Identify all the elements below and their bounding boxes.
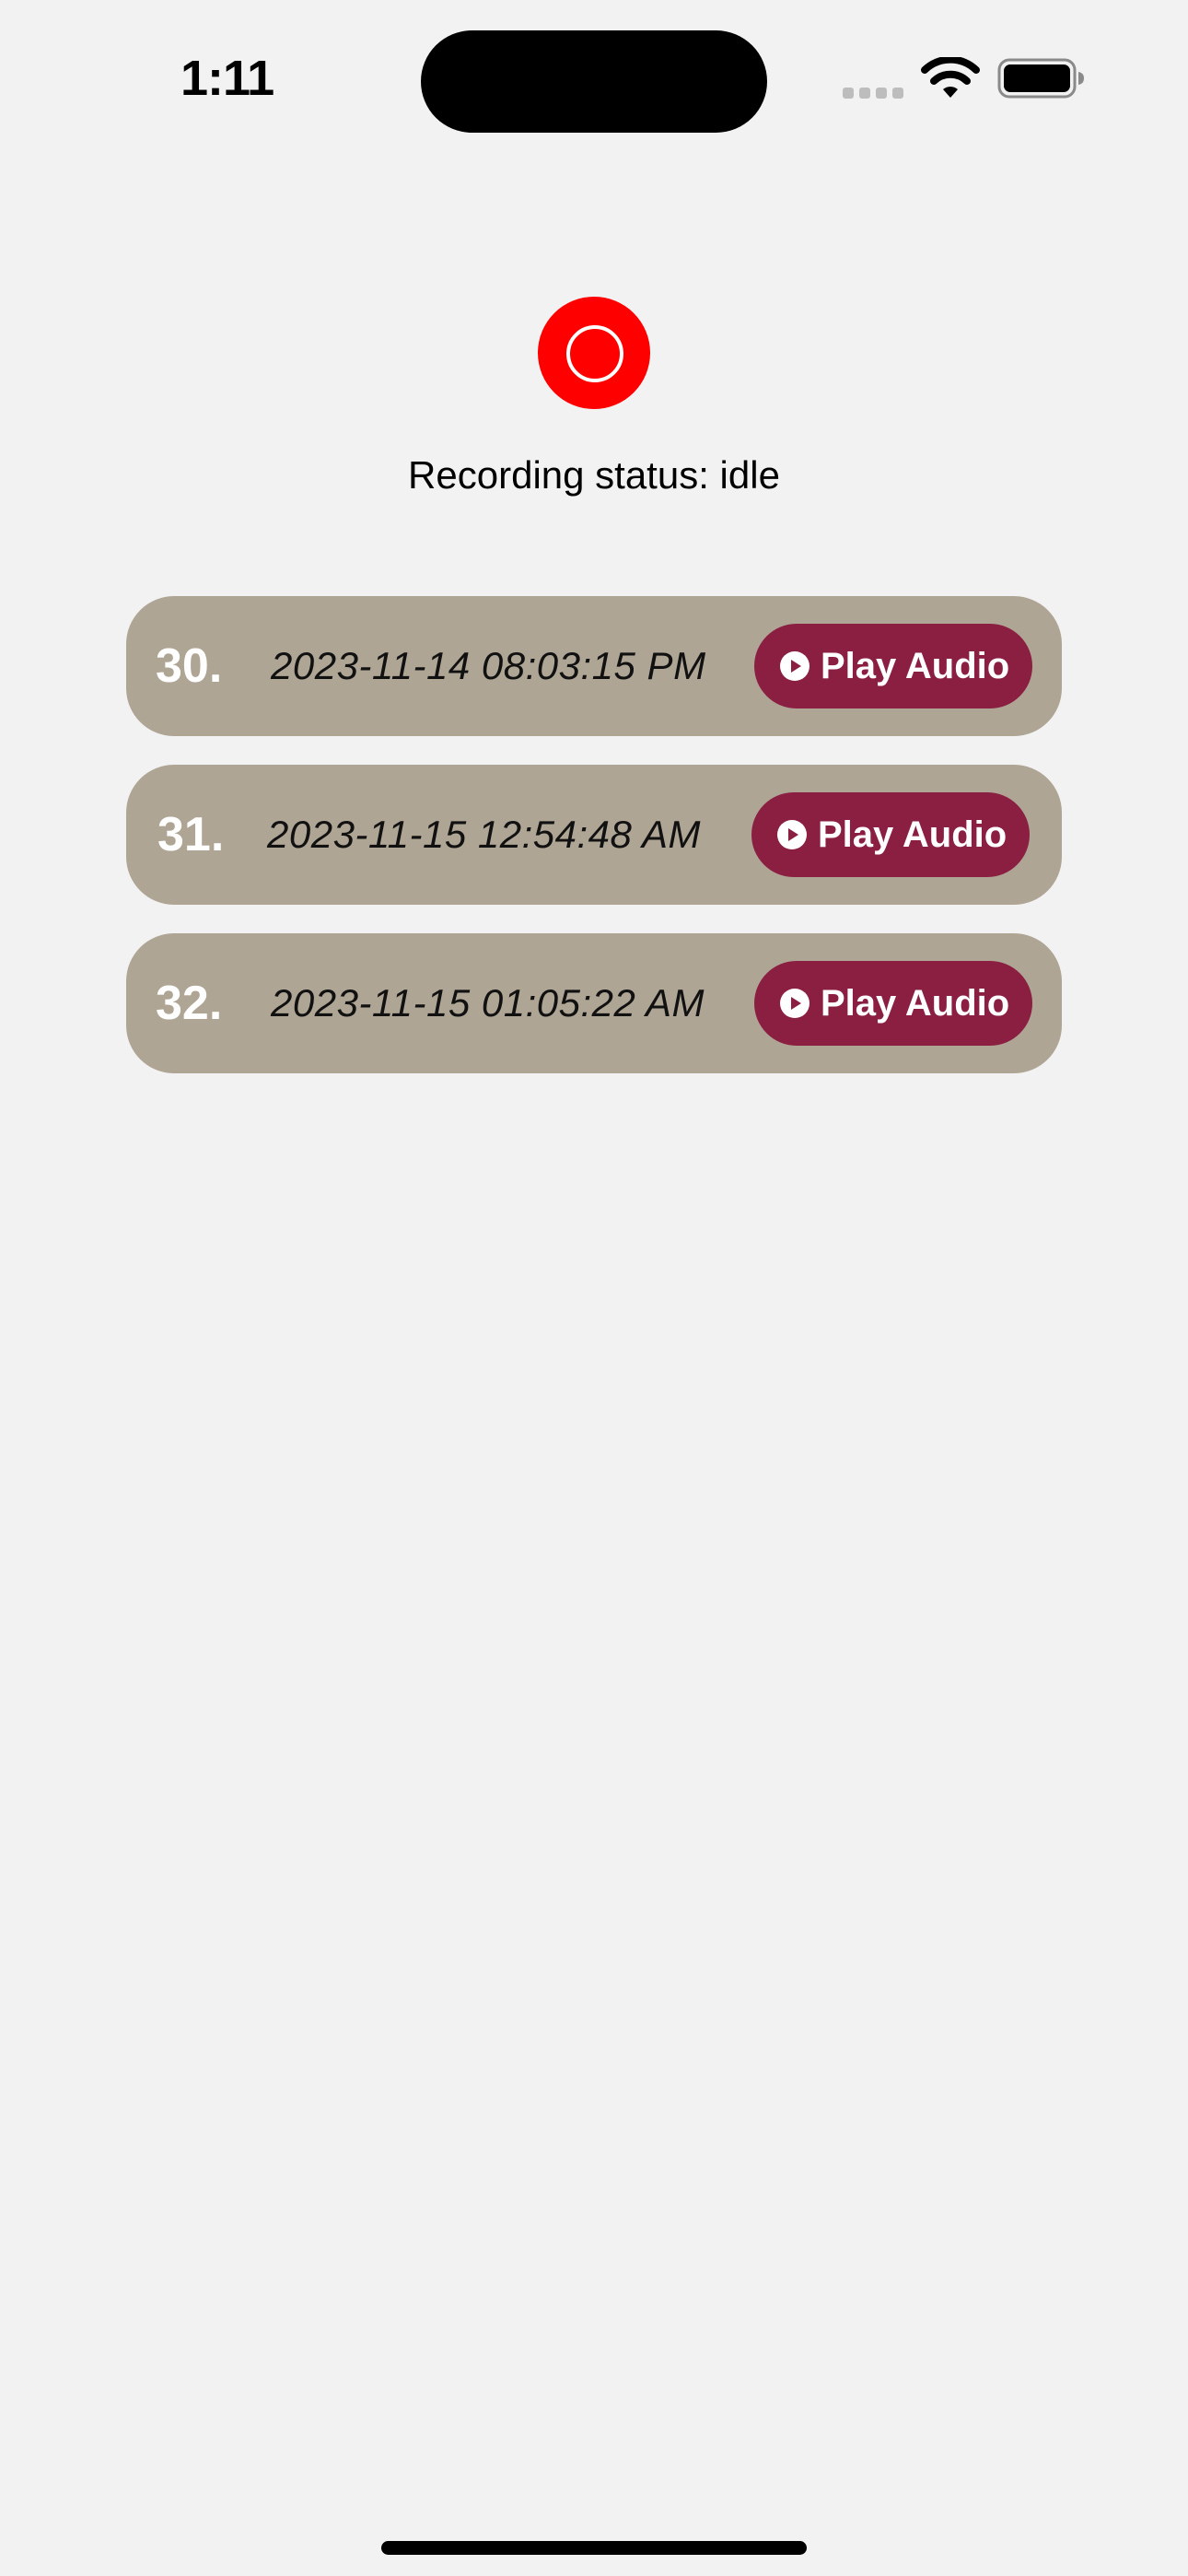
play-circle-icon [777,820,807,849]
recording-date: 2023-11-15 12:54:48 AM [267,813,701,856]
recording-date: 2023-11-14 08:03:15 PM [271,644,706,687]
list-item: 31. 2023-11-15 12:54:48 AM Play Audio [126,765,1062,905]
recording-number: 30. [156,639,223,693]
dynamic-island [421,30,767,133]
home-indicator[interactable] [381,2541,807,2555]
play-audio-button[interactable]: Play Audio [751,792,1030,877]
recording-number: 31. [157,808,225,861]
recordings-list: 30. 2023-11-14 08:03:15 PM Play Audio 31… [126,596,1062,1102]
wifi-icon [921,57,980,98]
recording-status-text: Recording status: idle [408,453,780,497]
recording-number: 32. [156,977,223,1030]
status-bar-time: 1:11 [181,51,274,106]
play-audio-button[interactable]: Play Audio [754,624,1032,708]
signal-icon [843,88,903,99]
list-item: 32. 2023-11-15 01:05:22 AM Play Audio [126,933,1062,1073]
play-circle-icon [780,989,809,1018]
record-button[interactable] [538,297,650,409]
record-icon [566,325,623,382]
play-audio-label: Play Audio [821,983,1010,1024]
list-item: 30. 2023-11-14 08:03:15 PM Play Audio [126,596,1062,736]
recording-date: 2023-11-15 01:05:22 AM [271,981,705,1025]
battery-icon [997,58,1084,99]
play-audio-label: Play Audio [821,646,1010,686]
play-audio-button[interactable]: Play Audio [754,961,1032,1046]
play-circle-icon [780,651,809,681]
play-audio-label: Play Audio [818,814,1007,855]
